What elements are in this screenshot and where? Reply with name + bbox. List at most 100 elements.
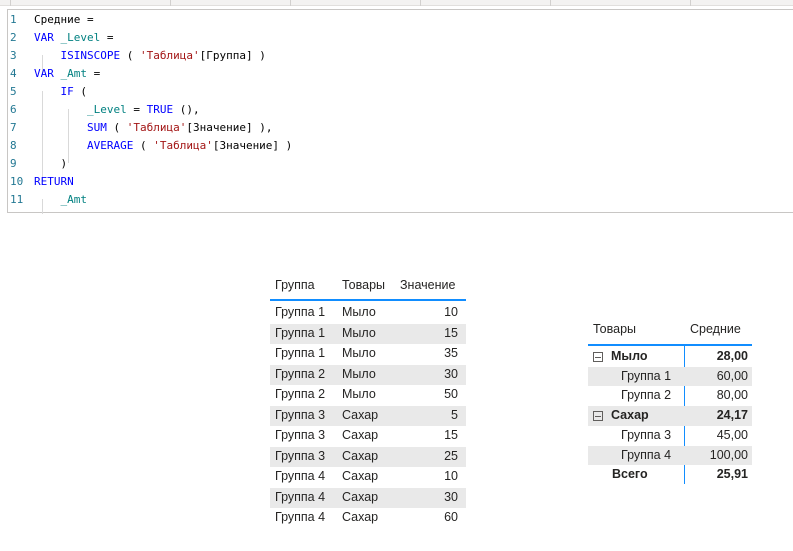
matrix-header: Товары Средние: [588, 318, 752, 346]
table-row[interactable]: Группа 4 Сахар 60: [270, 508, 466, 529]
line-number: 3: [10, 49, 17, 62]
matrix-parent-row[interactable]: Сахар 24,17: [588, 406, 752, 426]
code-text: VAR _Level =: [34, 29, 114, 47]
code-token: _Amt: [60, 67, 88, 80]
value-cell: 30: [444, 489, 458, 504]
code-line[interactable]: 4 VAR _Amt =: [8, 65, 788, 83]
collapse-icon[interactable]: [593, 411, 603, 422]
toolbar-divider: [10, 0, 11, 6]
column-header-average[interactable]: Средние: [690, 322, 741, 336]
value-cell: 30: [444, 366, 458, 381]
table-row[interactable]: Группа 2 Мыло 30: [270, 364, 466, 385]
matrix-parent-row[interactable]: Мыло 28,00: [588, 347, 752, 367]
code-line[interactable]: 10 RETURN: [8, 173, 788, 191]
table-row[interactable]: Группа 4 Сахар 10: [270, 467, 466, 488]
value-cell: 50: [444, 387, 458, 401]
code-token: =: [87, 67, 101, 80]
code-line[interactable]: 8 AVERAGE ( 'Таблица'[Значение] ): [8, 137, 788, 155]
goods-cell: Мыло: [342, 325, 376, 340]
toolbar-divider: [550, 0, 551, 6]
table-row[interactable]: Группа 4 Сахар 30: [270, 487, 466, 508]
table-row[interactable]: Группа 1 Мыло 35: [270, 344, 466, 365]
code-text: VAR _Amt =: [34, 65, 100, 83]
line-number: 2: [10, 31, 17, 44]
code-token: SUM: [86, 121, 107, 134]
line-number: 10: [10, 175, 24, 188]
code-token: _Amt: [60, 193, 88, 206]
code-token: 'Таблица': [139, 49, 200, 62]
matrix-value-cell: 24,17: [716, 408, 748, 423]
table-row[interactable]: Группа 2 Мыло 50: [270, 385, 466, 406]
group-cell: Группа 2: [275, 366, 326, 381]
matrix-row-label: Группа 4: [621, 447, 672, 462]
code-line[interactable]: 2 VAR _Level =: [8, 29, 788, 47]
matrix-row-label: Сахар: [611, 408, 649, 423]
code-line[interactable]: 7 SUM ( 'Таблица'[Значение] ),: [8, 119, 788, 137]
code-line[interactable]: 9 ): [8, 155, 788, 173]
column-header-value[interactable]: Значение: [400, 278, 455, 292]
code-token: [Группа] ): [199, 49, 266, 62]
code-line[interactable]: 5 IF (: [8, 83, 788, 101]
code-text: RETURN: [34, 173, 74, 191]
group-cell: Группа 4: [275, 469, 326, 483]
code-token: IF: [60, 85, 74, 98]
table-row[interactable]: Группа 1 Мыло 15: [270, 323, 466, 344]
code-token: [Значение] ): [212, 139, 293, 152]
code-line[interactable]: 6 _Level = TRUE (),: [8, 101, 788, 119]
matrix-value-cell: 100,00: [709, 447, 748, 462]
column-header-goods[interactable]: Товары: [342, 278, 385, 292]
group-cell: Группа 1: [275, 305, 326, 319]
matrix-row-label: Группа 2: [621, 388, 672, 403]
matrix-child-row[interactable]: Группа 1 60,00: [588, 366, 752, 387]
table-row[interactable]: Группа 3 Сахар 25: [270, 446, 466, 467]
line-number: 5: [10, 85, 17, 98]
code-token: 'Таблица': [153, 139, 213, 152]
goods-cell: Сахар: [342, 428, 379, 442]
line-number: 6: [10, 103, 17, 116]
column-header-group[interactable]: Группа: [275, 278, 315, 292]
code-text: IF (: [34, 83, 88, 101]
group-cell: Группа 4: [275, 510, 326, 524]
line-number: 11: [10, 193, 24, 206]
toolbar-divider: [290, 0, 291, 6]
toolbar-divider: [420, 0, 421, 6]
table-row[interactable]: Группа 1 Мыло 10: [270, 303, 466, 324]
code-line[interactable]: 11 _Amt: [8, 191, 788, 209]
goods-cell: Мыло: [342, 366, 376, 381]
code-line[interactable]: 3 ISINSCOPE ( 'Таблица'[Группа] ): [8, 47, 788, 65]
code-token: VAR: [34, 67, 61, 80]
group-cell: Группа 3: [275, 428, 326, 442]
line-number: 8: [10, 139, 17, 152]
matrix-row-label: Группа 1: [621, 368, 672, 383]
goods-cell: Сахар: [342, 489, 379, 504]
table-row[interactable]: Группа 3 Сахар 5: [270, 405, 466, 426]
goods-cell: Сахар: [342, 407, 379, 422]
goods-cell: Сахар: [342, 448, 379, 463]
dax-formula-editor[interactable]: 1 Средние = 2 VAR _Level = 3 ISINSCOPE ( 'Та…: [7, 9, 793, 214]
code-token: 'Таблица': [126, 121, 187, 134]
code-text: _Amt: [34, 191, 88, 209]
group-cell: Группа 3: [275, 448, 326, 463]
line-number: 4: [10, 67, 17, 80]
column-header-goods[interactable]: Товары: [593, 322, 636, 336]
value-cell: 35: [444, 346, 458, 360]
collapse-icon[interactable]: [593, 352, 603, 362]
code-token: =: [100, 31, 114, 44]
value-cell: 60: [444, 510, 458, 524]
code-token: AVERAGE: [86, 139, 134, 152]
goods-cell: Мыло: [342, 305, 376, 319]
code-token: ISINSCOPE: [60, 49, 121, 62]
table-row[interactable]: Группа 3 Сахар 15: [270, 426, 466, 447]
matrix-total-row[interactable]: Всего 25,91: [588, 465, 752, 485]
matrix-child-row[interactable]: Группа 3 45,00: [588, 426, 752, 446]
code-token: (),: [173, 103, 200, 116]
code-token: Средние =: [34, 13, 94, 26]
matrix-child-row[interactable]: Группа 4 100,00: [588, 445, 752, 466]
matrix-value-cell: 25,91: [716, 467, 748, 482]
code-token: ): [34, 157, 68, 170]
code-line[interactable]: 1 Средние =: [8, 11, 788, 29]
value-cell: 10: [444, 305, 458, 319]
matrix-child-row[interactable]: Группа 2 80,00: [588, 386, 752, 406]
